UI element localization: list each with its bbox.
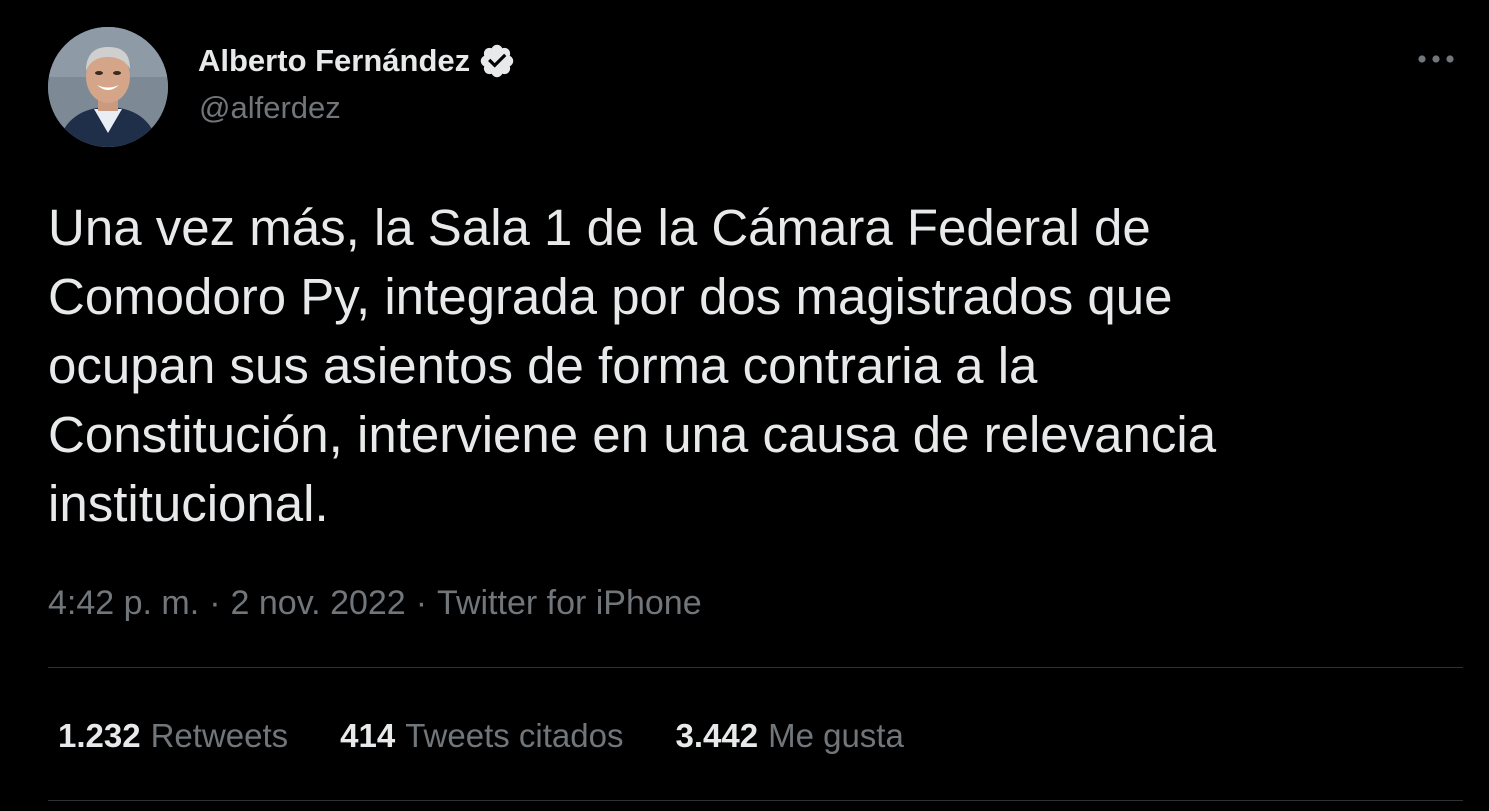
separator: · — [209, 584, 221, 622]
tweet-metadata: 4:42 p. m. · 2 nov. 2022 · Twitter for iPhon… — [48, 582, 702, 624]
tweet-time[interactable]: 4:42 p. m. — [48, 584, 199, 622]
retweets-stat[interactable]: 1.232 Retweets — [58, 717, 288, 755]
likes-count: 3.442 — [675, 717, 759, 754]
avatar[interactable] — [48, 27, 168, 147]
divider — [48, 800, 1463, 801]
tweet-stats: 1.232 Retweets 414 Tweets citados 3.442 … — [58, 714, 956, 758]
verified-badge-icon — [478, 42, 516, 80]
tweet-source[interactable]: Twitter for iPhone — [437, 584, 702, 622]
tweet-card: Alberto Fernández @alferdez Una vez más,… — [0, 0, 1489, 811]
author-name-text: Alberto Fernández — [198, 43, 471, 78]
more-horizontal-icon — [1418, 55, 1454, 63]
likes-label: Me gusta — [768, 717, 904, 754]
quote-tweets-label: Tweets citados — [405, 717, 624, 754]
retweets-count: 1.232 — [58, 717, 141, 754]
likes-stat[interactable]: 3.442 Me gusta — [676, 717, 904, 755]
tweet-text: Una vez más, la Sala 1 de la Cámara Fede… — [48, 199, 1217, 532]
quote-tweets-stat[interactable]: 414 Tweets citados — [340, 717, 623, 755]
tweet-date[interactable]: 2 nov. 2022 — [231, 584, 406, 622]
quote-tweets-count: 414 — [340, 717, 396, 754]
divider — [48, 667, 1463, 668]
author-handle[interactable]: @alferdez — [199, 90, 341, 126]
avatar-photo — [48, 27, 168, 147]
author-name[interactable]: Alberto Fernández — [198, 40, 516, 82]
retweets-label: Retweets — [150, 717, 289, 754]
more-options-button[interactable] — [1414, 44, 1458, 74]
separator: · — [415, 584, 428, 622]
